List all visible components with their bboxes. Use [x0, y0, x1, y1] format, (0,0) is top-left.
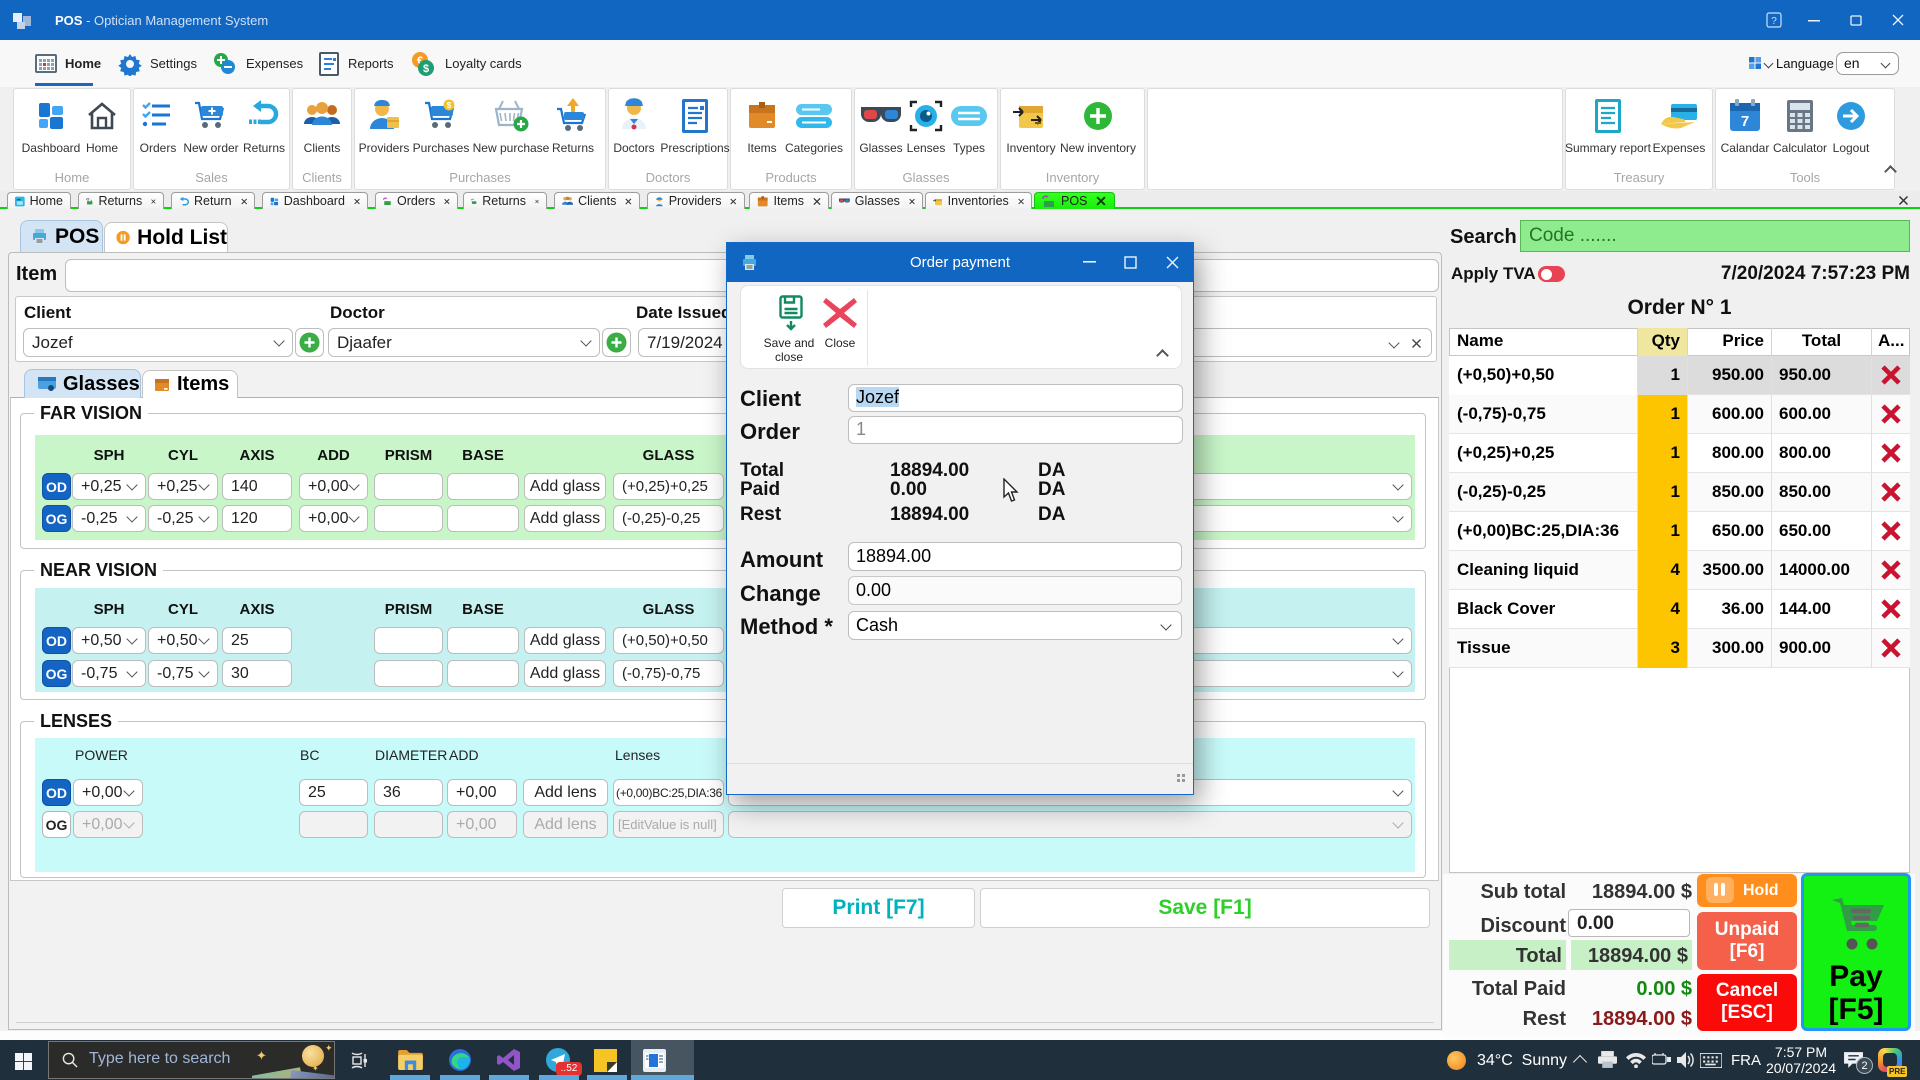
svg-text:?: ? — [1771, 16, 1777, 27]
svg-text:7: 7 — [1741, 113, 1749, 130]
svg-text:$: $ — [447, 101, 452, 110]
svg-text:$: $ — [423, 63, 429, 75]
